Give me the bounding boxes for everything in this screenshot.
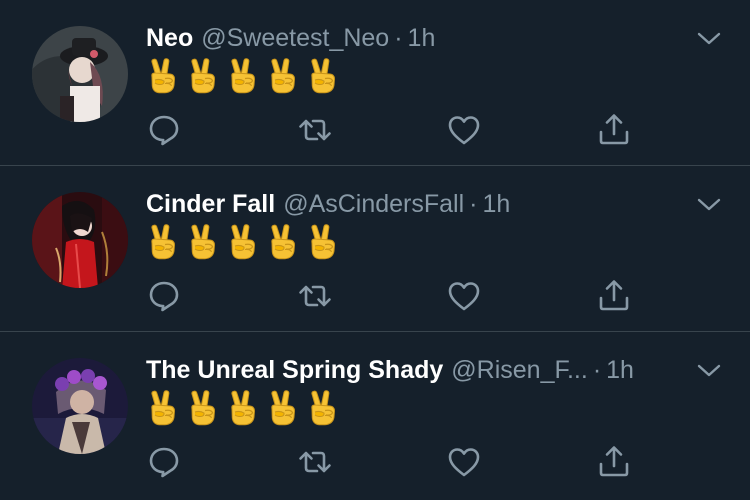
like-icon[interactable] <box>446 278 482 314</box>
tweet[interactable]: Neo @Sweetest_Neo · 1h <box>0 0 750 166</box>
victory-hand-emoji <box>266 58 300 94</box>
like-icon[interactable] <box>446 112 482 148</box>
reply-icon[interactable] <box>146 112 182 148</box>
timestamp[interactable]: 1h <box>606 356 634 384</box>
tweet-actions <box>0 278 750 314</box>
user-handle[interactable]: @Sweetest_Neo <box>201 24 389 52</box>
separator-dot: · <box>592 356 602 384</box>
victory-hand-emoji <box>226 58 260 94</box>
victory-hand-emoji <box>266 390 300 426</box>
victory-hand-emoji <box>146 58 180 94</box>
tweet-feed: Neo @Sweetest_Neo · 1h Cinder Fall @AsCi… <box>0 0 750 500</box>
chevron-down-icon[interactable] <box>696 362 722 380</box>
retweet-icon[interactable] <box>297 278 333 314</box>
timestamp[interactable]: 1h <box>483 190 511 218</box>
user-handle[interactable]: @AsCindersFall <box>283 190 464 218</box>
avatar-cinder[interactable] <box>32 192 128 288</box>
tweet-header: The Unreal Spring Shady @Risen_F... · 1h <box>146 354 634 386</box>
share-icon[interactable] <box>596 278 632 314</box>
chevron-down-icon[interactable] <box>696 196 722 214</box>
display-name[interactable]: The Unreal Spring Shady <box>146 356 443 384</box>
timestamp[interactable]: 1h <box>408 24 436 52</box>
tweet[interactable]: The Unreal Spring Shady @Risen_F... · 1h <box>0 332 750 500</box>
tweet-text <box>146 58 340 94</box>
share-icon[interactable] <box>596 444 632 480</box>
reply-icon[interactable] <box>146 444 182 480</box>
victory-hand-emoji <box>146 390 180 426</box>
separator-dot: · <box>394 24 403 52</box>
retweet-icon[interactable] <box>297 444 333 480</box>
victory-hand-emoji <box>266 224 300 260</box>
tweet[interactable]: Cinder Fall @AsCindersFall · 1h <box>0 166 750 332</box>
tweet-text <box>146 224 340 260</box>
retweet-icon[interactable] <box>297 112 333 148</box>
avatar-neo[interactable] <box>32 26 128 122</box>
avatar-spring[interactable] <box>32 358 128 454</box>
victory-hand-emoji <box>306 224 340 260</box>
chevron-down-icon[interactable] <box>696 30 722 48</box>
display-name[interactable]: Neo <box>146 24 193 52</box>
tweet-header: Neo @Sweetest_Neo · 1h <box>146 22 435 54</box>
like-icon[interactable] <box>446 444 482 480</box>
separator-dot: · <box>469 190 478 218</box>
victory-hand-emoji <box>306 390 340 426</box>
victory-hand-emoji <box>226 224 260 260</box>
victory-hand-emoji <box>186 58 220 94</box>
victory-hand-emoji <box>306 58 340 94</box>
reply-icon[interactable] <box>146 278 182 314</box>
tweet-text <box>146 390 340 426</box>
tweet-header: Cinder Fall @AsCindersFall · 1h <box>146 188 510 220</box>
tweet-actions <box>0 112 750 148</box>
victory-hand-emoji <box>146 224 180 260</box>
victory-hand-emoji <box>186 390 220 426</box>
victory-hand-emoji <box>226 390 260 426</box>
tweet-actions <box>0 444 750 480</box>
user-handle[interactable]: @Risen_F... <box>451 356 588 384</box>
display-name[interactable]: Cinder Fall <box>146 190 275 218</box>
share-icon[interactable] <box>596 112 632 148</box>
victory-hand-emoji <box>186 224 220 260</box>
